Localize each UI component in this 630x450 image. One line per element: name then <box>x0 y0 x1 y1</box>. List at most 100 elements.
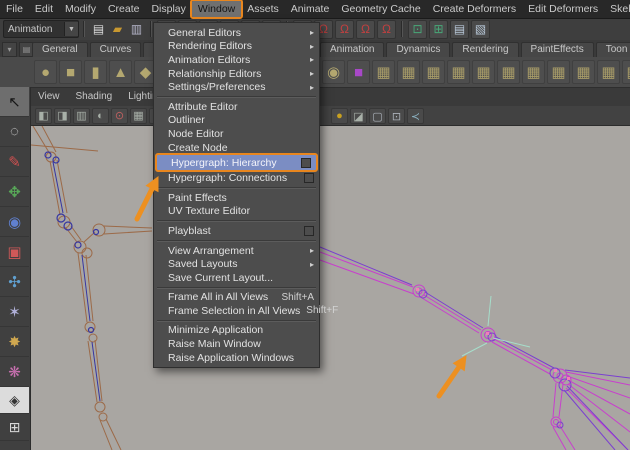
bookmarks-icon[interactable]: ◨ <box>54 108 71 124</box>
menu-item-settings-preferences[interactable]: Settings/Preferences▸ <box>154 80 319 94</box>
panel-menu-view[interactable]: View <box>30 91 68 102</box>
universal-manipulator-tool[interactable]: ✣ <box>0 267 29 297</box>
poly-sphere-icon[interactable]: ● <box>34 60 57 84</box>
menu-item-checkbox[interactable] <box>304 226 314 236</box>
poly-tool-icon[interactable]: ▦ <box>447 60 470 84</box>
soft-modification-tool[interactable]: ✶ <box>0 297 29 327</box>
menu-item-frame-all-in-all-views[interactable]: Frame All in All ViewsShift+A <box>154 291 319 305</box>
resolution-gate-icon[interactable]: ▦ <box>130 108 147 124</box>
poly-tool-icon[interactable]: ▦ <box>547 60 570 84</box>
menu-item-animation-editors[interactable]: Animation Editors▸ <box>154 53 319 67</box>
menu-item-uv-texture-editor[interactable]: UV Texture Editor <box>154 205 319 219</box>
poly-tool-icon[interactable]: ▦ <box>572 60 595 84</box>
menubar-item-skeleton[interactable]: Skeleton <box>604 1 630 17</box>
menu-item-attribute-editor[interactable]: Attribute Editor <box>154 100 319 114</box>
menu-item-view-arrangement[interactable]: View Arrangement▸ <box>154 244 319 258</box>
poly-cube-icon[interactable]: ■ <box>59 60 82 84</box>
menu-item-frame-selection-in-all-views[interactable]: Frame Selection in All ViewsShift+F <box>154 304 319 318</box>
menubar-item-display[interactable]: Display <box>145 1 191 17</box>
four-pane-layout[interactable]: ⊞ <box>0 414 29 441</box>
image-plane-icon[interactable]: ▥ <box>73 108 90 124</box>
shelf-tab-dynamics[interactable]: Dynamics <box>386 42 450 57</box>
menu-item-general-editors[interactable]: General Editors▸ <box>154 26 319 40</box>
shelf-menu-icon[interactable]: ▾ <box>2 42 17 57</box>
snap-view-plane-icon[interactable]: Ω <box>377 20 396 39</box>
menu-item-checkbox[interactable] <box>304 173 314 183</box>
poly-tool-icon[interactable]: ▦ <box>372 60 395 84</box>
shelf-tab-rendering[interactable]: Rendering <box>452 42 518 57</box>
poly-tool-icon[interactable]: ▦ <box>522 60 545 84</box>
lasso-select-tool[interactable]: ◌ <box>0 117 29 147</box>
poly-tool-icon[interactable]: ▦ <box>422 60 445 84</box>
menubar-item-window[interactable]: Window <box>192 1 241 17</box>
menu-item-hypergraph-hierarchy[interactable]: Hypergraph: Hierarchy <box>155 153 318 172</box>
menu-set-selector[interactable]: Animation ▼ <box>3 20 79 38</box>
open-scene-icon[interactable]: ▰ <box>109 21 126 38</box>
poly-tool-icon[interactable]: ▦ <box>472 60 495 84</box>
menubar-item-edit-deformers[interactable]: Edit Deformers <box>522 1 604 17</box>
menu-item-create-node[interactable]: Create Node <box>154 141 319 155</box>
input-connections-icon[interactable]: ⊡ <box>408 20 427 39</box>
rotate-tool[interactable]: ◉ <box>0 207 29 237</box>
single-pane-layout[interactable]: ◈ <box>0 387 29 414</box>
menubar-item-edit[interactable]: Edit <box>29 1 59 17</box>
menu-item-outliner[interactable]: Outliner <box>154 114 319 128</box>
last-tool-used[interactable]: ❋ <box>0 357 29 387</box>
shelf-tab-animation[interactable]: Animation <box>320 42 384 57</box>
menu-item-playblast[interactable]: Playblast <box>154 224 319 238</box>
xray-cube-icon[interactable]: ⊡ <box>388 108 405 124</box>
isolate-select-icon[interactable]: ◪ <box>350 108 367 124</box>
poly-tool-icon[interactable]: ▦ <box>497 60 520 84</box>
menubar-item-animate[interactable]: Animate <box>285 1 336 17</box>
camera-icon[interactable]: ◧ <box>35 108 52 124</box>
construction-history-icon[interactable]: ▤ <box>450 20 469 39</box>
outliner-pane-layout[interactable]: ⊟ <box>0 441 29 450</box>
poly-cylinder-icon[interactable]: ▮ <box>84 60 107 84</box>
menubar-item-file[interactable]: File <box>0 1 29 17</box>
select-tool[interactable]: ↖ <box>0 87 29 117</box>
perspective-viewport[interactable] <box>30 125 630 450</box>
shelf-tab-general[interactable]: General <box>32 42 88 57</box>
save-scene-icon[interactable]: ▥ <box>128 21 145 38</box>
panel-menu-shading[interactable]: Shading <box>68 91 121 102</box>
poly-tool-icon[interactable]: ▦ <box>397 60 420 84</box>
menu-item-paint-effects[interactable]: Paint Effects <box>154 191 319 205</box>
menubar-item-create[interactable]: Create <box>102 1 146 17</box>
shelf-tab-curves[interactable]: Curves <box>90 42 142 57</box>
menu-item-checkbox[interactable] <box>301 158 311 168</box>
menu-item-node-editor[interactable]: Node Editor <box>154 127 319 141</box>
grease-pencil-icon[interactable]: ⊙ <box>111 108 128 124</box>
render-view-icon[interactable]: ▧ <box>471 20 490 39</box>
snap-point-icon[interactable]: Ω <box>335 20 354 39</box>
menu-item-save-current-layout[interactable]: Save Current Layout... <box>154 271 319 285</box>
light-icon[interactable]: ◐ <box>92 108 109 124</box>
move-tool[interactable]: ✥ <box>0 177 29 207</box>
snap-projected-center-icon[interactable]: Ω <box>356 20 375 39</box>
connections-icon[interactable]: ≺ <box>407 108 424 124</box>
poly-tool-icon[interactable]: ▦ <box>622 60 630 84</box>
shelf-tab-painteffects[interactable]: PaintEffects <box>521 42 594 57</box>
scale-tool[interactable]: ▣ <box>0 237 29 267</box>
shaded-sphere-icon[interactable]: ● <box>331 108 348 124</box>
paint-select-tool[interactable]: ✎ <box>0 147 29 177</box>
show-manipulator-tool[interactable]: ✸ <box>0 327 29 357</box>
menu-item-raise-application-windows[interactable]: Raise Application Windows <box>154 351 319 365</box>
menu-item-minimize-application[interactable]: Minimize Application <box>154 324 319 338</box>
shelf-tab-toon[interactable]: Toon <box>596 42 630 57</box>
menubar-item-modify[interactable]: Modify <box>59 1 102 17</box>
poly-cone-icon[interactable]: ▲ <box>109 60 132 84</box>
output-connections-icon[interactable]: ⊞ <box>429 20 448 39</box>
poly-tool-icon[interactable]: ▦ <box>597 60 620 84</box>
menubar-item-assets[interactable]: Assets <box>241 1 285 17</box>
menu-item-saved-layouts[interactable]: Saved Layouts▸ <box>154 257 319 271</box>
menu-item-hypergraph-connections[interactable]: Hypergraph: Connections <box>154 171 319 185</box>
menu-item-relationship-editors[interactable]: Relationship Editors▸ <box>154 67 319 81</box>
chevron-down-icon[interactable]: ▼ <box>64 22 78 36</box>
wire-sphere-icon[interactable]: ◉ <box>322 60 345 84</box>
menubar-item-geometry-cache[interactable]: Geometry Cache <box>335 1 426 17</box>
menu-item-rendering-editors[interactable]: Rendering Editors▸ <box>154 40 319 54</box>
menu-item-raise-main-window[interactable]: Raise Main Window <box>154 337 319 351</box>
wireframe-cube-icon[interactable]: ▢ <box>369 108 386 124</box>
purple-cube-icon[interactable]: ■ <box>347 60 370 84</box>
menubar-item-create-deformers[interactable]: Create Deformers <box>427 1 522 17</box>
